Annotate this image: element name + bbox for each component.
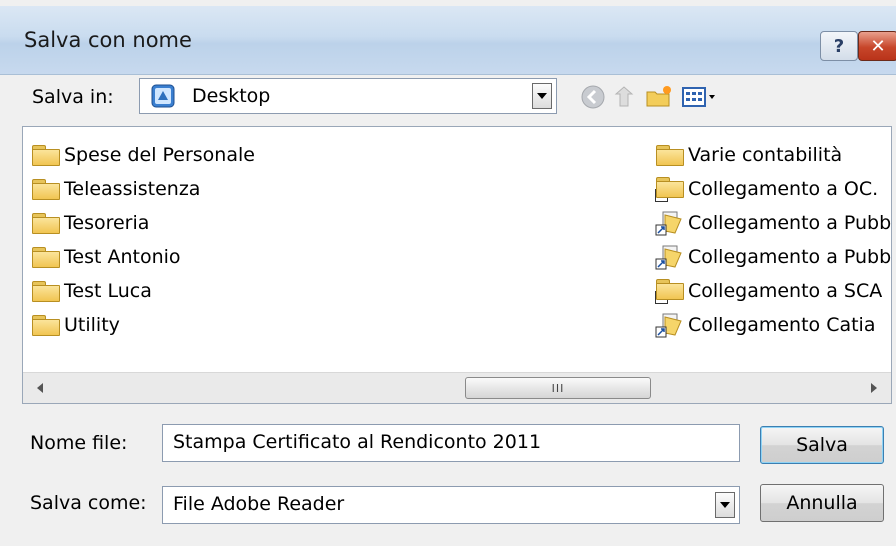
scroll-right-arrow-icon[interactable] <box>865 379 883 397</box>
list-item[interactable]: Utility <box>31 311 120 339</box>
cancel-button[interactable]: Annulla <box>760 484 884 522</box>
location-value: Desktop <box>192 85 271 107</box>
document-shortcut-icon <box>655 245 682 270</box>
list-item[interactable]: Teleassistenza <box>31 175 200 203</box>
window-title: Salva con nome <box>24 28 192 52</box>
list-item[interactable]: Test Antonio <box>31 243 181 271</box>
file-name: Varie contabilità <box>688 144 843 166</box>
scroll-left-arrow-icon[interactable] <box>31 379 49 397</box>
back-arrow-icon <box>581 85 605 109</box>
scroll-thumb[interactable]: III <box>465 377 651 399</box>
filename-label: Nome file: <box>30 432 128 454</box>
list-item[interactable]: ↗ Collegamento a OC. <box>655 175 878 203</box>
folder-icon <box>31 212 61 234</box>
close-icon: ✕ <box>870 35 886 57</box>
list-item[interactable]: Spese del Personale <box>31 141 255 169</box>
list-item[interactable]: Varie contabilità <box>655 141 842 169</box>
file-name: Collegamento a SCA <box>688 280 883 302</box>
list-item[interactable]: Collegamento a Pubb <box>655 243 891 271</box>
up-folder-button[interactable] <box>610 82 640 112</box>
file-name: Collegamento Catia <box>688 314 876 336</box>
file-name: Collegamento a Pubb <box>688 212 892 234</box>
save-button[interactable]: Salva <box>760 426 884 464</box>
file-name: Test Luca <box>64 280 152 302</box>
filetype-value: File Adobe Reader <box>173 493 345 515</box>
list-item[interactable]: Collegamento Catia <box>655 311 875 339</box>
save-in-label: Salva in: <box>32 86 114 108</box>
list-item[interactable]: Tesoreria <box>31 209 149 237</box>
shortcut-icon: ↗ <box>655 278 685 304</box>
horizontal-scrollbar[interactable]: III <box>23 372 891 403</box>
file-list[interactable]: Spese del Personale Teleassistenza Tesor… <box>22 126 892 404</box>
chevron-down-icon[interactable] <box>532 83 552 109</box>
file-name: Utility <box>64 314 120 336</box>
folder-icon <box>31 280 61 302</box>
file-name: Collegamento a Pubb <box>688 246 892 268</box>
filename-value: Stampa Certificato al Rendiconto 2011 <box>173 431 542 453</box>
list-item[interactable]: ↗ Collegamento a SCA <box>655 277 882 305</box>
close-button[interactable]: ✕ <box>858 31 896 61</box>
help-icon: ? <box>833 35 845 57</box>
file-name: Test Antonio <box>64 246 181 268</box>
title-bar: Salva con nome ? ✕ <box>0 6 896 75</box>
folder-icon <box>31 314 61 336</box>
up-folder-icon <box>614 86 634 107</box>
folder-icon <box>31 178 61 200</box>
file-name: Collegamento a OC. <box>688 178 879 200</box>
list-item[interactable]: Test Luca <box>31 277 152 305</box>
list-item[interactable]: Collegamento a Pubb <box>655 209 891 237</box>
folder-icon <box>31 144 61 166</box>
help-button[interactable]: ? <box>820 31 858 61</box>
view-menu-button[interactable] <box>680 82 720 112</box>
filetype-label: Salva come: <box>30 492 147 514</box>
shortcut-icon: ↗ <box>655 176 685 202</box>
back-button[interactable] <box>578 82 608 112</box>
file-name: Spese del Personale <box>64 144 255 166</box>
document-shortcut-icon <box>655 211 682 236</box>
file-name: Tesoreria <box>64 212 150 234</box>
folder-icon <box>655 144 685 166</box>
document-shortcut-icon <box>655 313 682 338</box>
grip-icon: III <box>551 381 565 395</box>
new-folder-button[interactable] <box>644 82 674 112</box>
location-dropdown[interactable]: Desktop <box>139 78 557 114</box>
chevron-down-icon[interactable] <box>715 492 735 518</box>
save-as-dialog: Salva con nome ? ✕ Salva in: Desktop Spe… <box>0 0 896 546</box>
filetype-dropdown[interactable]: File Adobe Reader <box>162 486 740 524</box>
new-folder-icon <box>646 86 671 107</box>
file-name: Teleassistenza <box>64 178 201 200</box>
desktop-icon <box>151 84 175 108</box>
folder-icon <box>31 246 61 268</box>
filename-field[interactable]: Stampa Certificato al Rendiconto 2011 <box>162 424 740 462</box>
view-grid-icon <box>682 87 715 107</box>
